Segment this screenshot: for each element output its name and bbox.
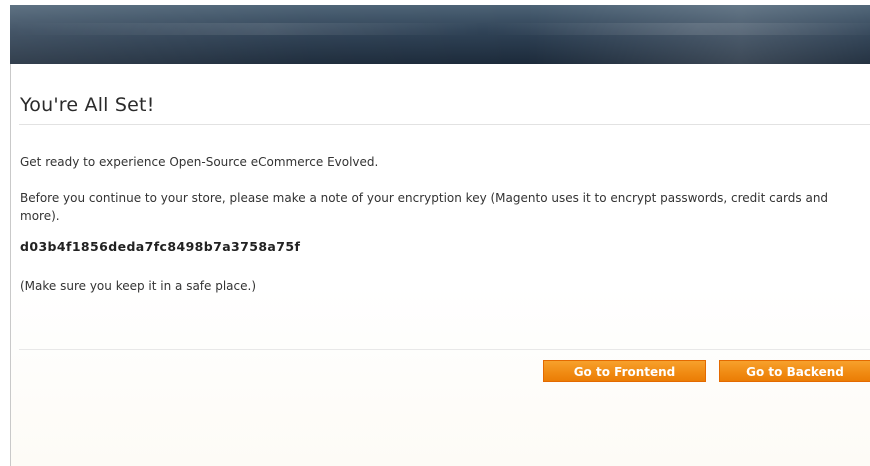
page-title: You're All Set! [20, 94, 155, 116]
header-banner [10, 5, 870, 64]
encryption-key: d03b4f1856deda7fc8498b7a3758a75f [20, 239, 301, 254]
actions-divider [19, 349, 870, 350]
encryption-note: Before you continue to your store, pleas… [20, 191, 829, 223]
content-panel: You're All Set! Get ready to experience … [10, 64, 870, 466]
title-divider [19, 124, 870, 125]
go-to-frontend-button[interactable]: Go to Frontend [543, 360, 706, 382]
install-complete-page: You're All Set! Get ready to experience … [0, 0, 870, 466]
go-to-backend-button[interactable]: Go to Backend [719, 360, 870, 382]
intro-text: Get ready to experience Open-Source eCom… [20, 155, 379, 169]
safe-place-note: (Make sure you keep it in a safe place.) [20, 279, 256, 293]
